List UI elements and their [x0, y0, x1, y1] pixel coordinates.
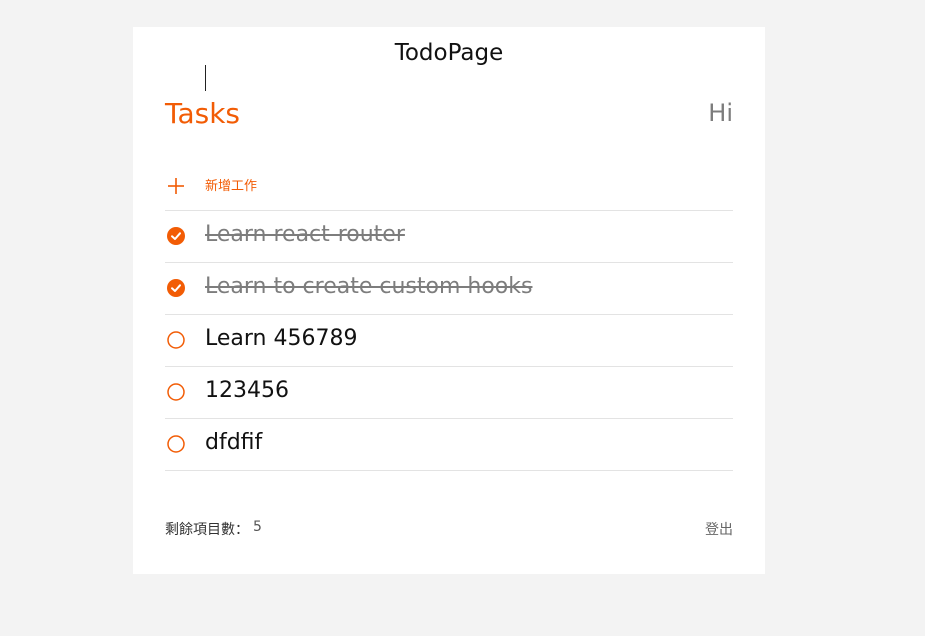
todo-text: Learn react-router [205, 222, 405, 247]
plus-icon[interactable] [167, 177, 185, 195]
footer: 剩餘項目數： 5 登出 [165, 519, 733, 539]
todo-item: Learn react-router [165, 211, 733, 263]
new-task-input[interactable] [205, 171, 725, 201]
logout-link[interactable]: 登出 [705, 519, 733, 539]
todo-item: Learn to create custom hooks [165, 263, 733, 315]
todo-text: Learn to create custom hooks [205, 274, 533, 299]
todo-item: dfdfif [165, 419, 733, 471]
todo-item: 123456 [165, 367, 733, 419]
text-caret [205, 65, 206, 91]
remaining-label: 剩餘項目數： [165, 522, 249, 538]
circle-outline-icon[interactable] [167, 331, 185, 349]
check-circle-icon[interactable] [167, 227, 185, 245]
todo-item: Learn 456789 [165, 315, 733, 367]
new-task-row [165, 161, 733, 211]
page-title: TodoPage [394, 40, 504, 66]
circle-outline-icon[interactable] [167, 383, 185, 401]
header: Tasks Hi [165, 97, 733, 133]
todo-list: Learn react-router Learn to create custom… [165, 211, 733, 471]
todo-text: Learn 456789 [205, 326, 358, 351]
circle-outline-icon[interactable] [167, 435, 185, 453]
tasks-heading: Tasks [165, 97, 241, 130]
todo-text: dfdfif [205, 430, 263, 455]
check-circle-icon[interactable] [167, 279, 185, 297]
todo-text: 123456 [205, 378, 289, 403]
greeting: Hi [708, 99, 733, 127]
todo-card: TodoPage Tasks Hi Learn react-routerLear… [133, 27, 765, 574]
remaining-count: 5 [253, 519, 262, 535]
